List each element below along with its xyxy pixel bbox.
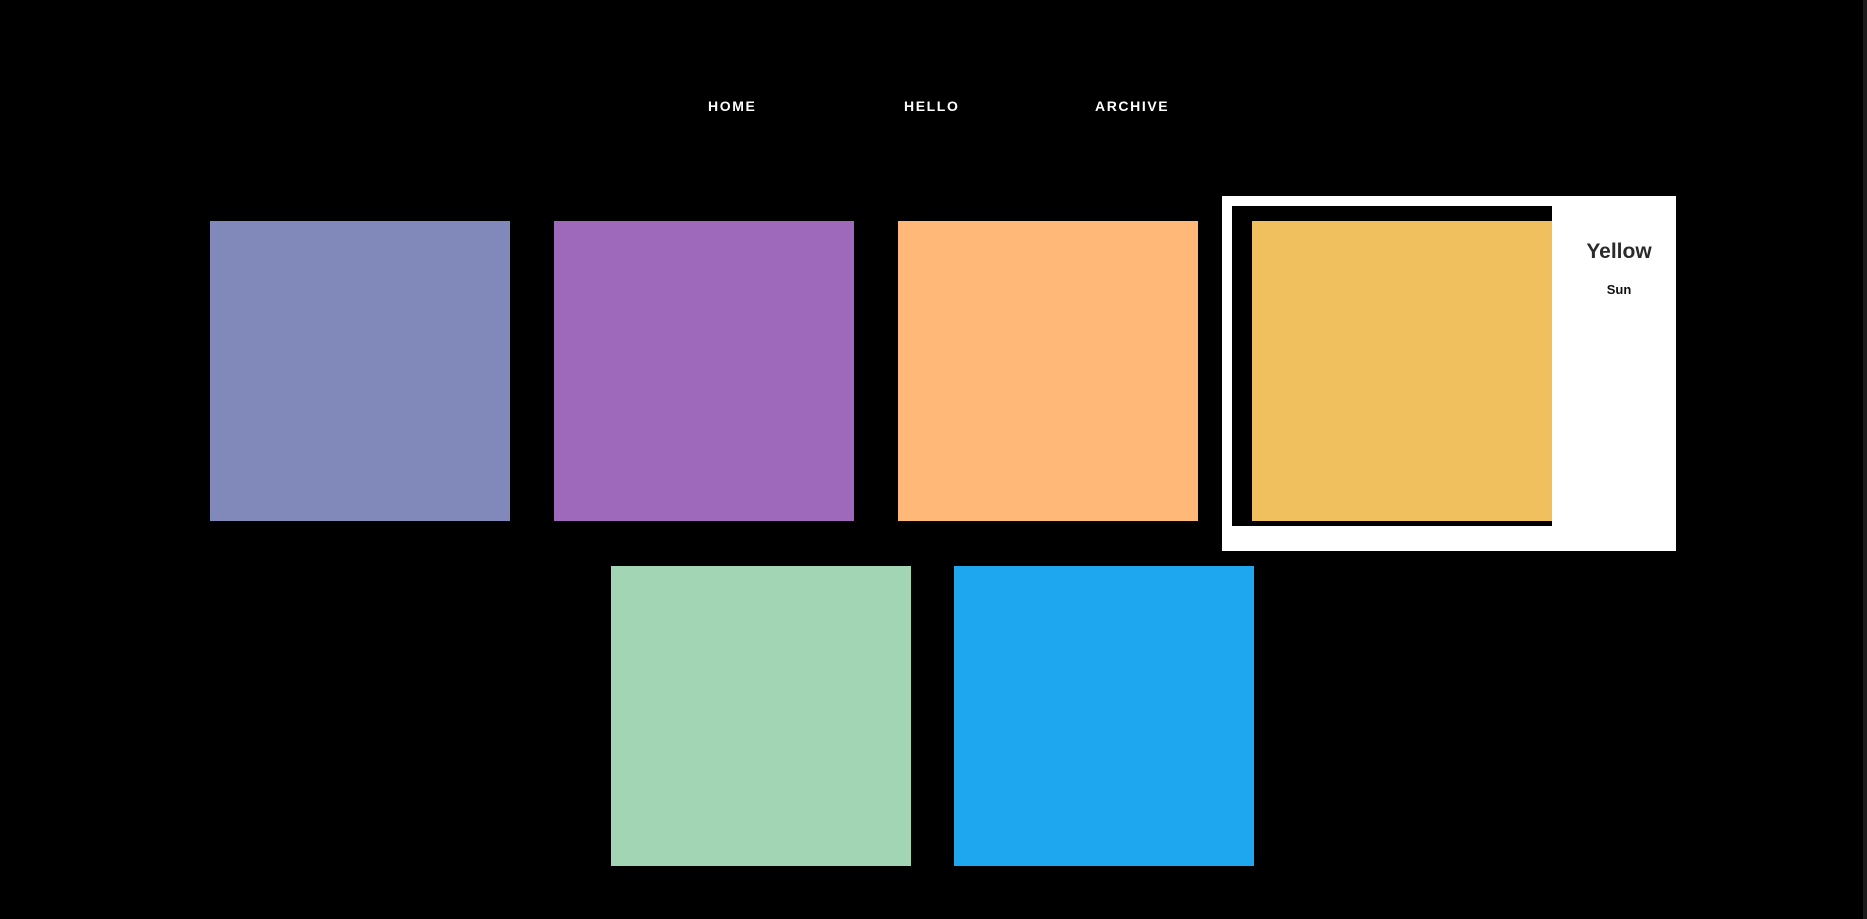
page: HOME HELLO ARCHIVE Yellow Sun xyxy=(0,0,1867,919)
color-swatch-tile[interactable] xyxy=(954,566,1254,866)
color-swatch-tile[interactable] xyxy=(210,221,510,521)
color-swatch-tile[interactable] xyxy=(611,566,911,866)
color-swatch-tile[interactable] xyxy=(898,221,1198,521)
vertical-scrollbar[interactable] xyxy=(1863,0,1867,919)
active-swatch-card[interactable]: Yellow Sun xyxy=(1222,196,1676,551)
color-swatch-tile[interactable] xyxy=(554,221,854,521)
swatch-description: Sun xyxy=(1606,282,1632,297)
main-nav: HOME HELLO ARCHIVE xyxy=(0,98,1867,114)
swatch-info-panel: Yellow Sun xyxy=(1562,196,1676,297)
swatch-name: Yellow xyxy=(1586,240,1652,263)
nav-archive-link[interactable]: ARCHIVE xyxy=(1095,98,1169,114)
nav-home-link[interactable]: HOME xyxy=(708,98,756,114)
active-swatch-frame xyxy=(1232,206,1552,526)
color-swatch-tile xyxy=(1252,221,1552,521)
nav-hello-link[interactable]: HELLO xyxy=(904,98,959,114)
